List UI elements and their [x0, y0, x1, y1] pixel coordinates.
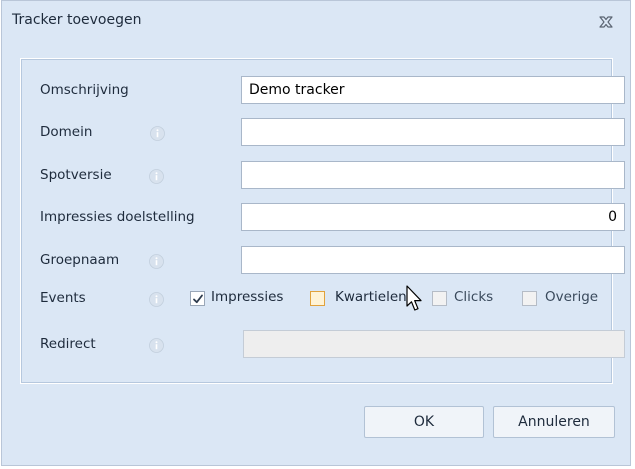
info-icon[interactable] — [149, 254, 164, 269]
domain-input[interactable] — [241, 118, 625, 146]
events-label: Events — [40, 290, 86, 306]
redirect-input[interactable] — [243, 330, 625, 358]
redirect-label: Redirect — [40, 336, 96, 352]
description-label: Omschrijving — [40, 82, 129, 98]
dialog-title: Tracker toevoegen — [12, 12, 142, 28]
other-checkbox[interactable] — [522, 291, 537, 306]
info-icon[interactable] — [149, 292, 164, 307]
mouse-pointer-icon — [406, 285, 422, 311]
info-icon[interactable] — [149, 338, 164, 353]
group-name-input[interactable] — [241, 246, 625, 274]
tracker-dialog: Tracker toevoegen Omschrijving Domein Sp… — [1, 0, 631, 466]
info-icon[interactable] — [150, 126, 165, 141]
clicks-checkbox-label[interactable]: Clicks — [454, 289, 493, 305]
group-name-label: Groepnaam — [40, 252, 120, 268]
spot-version-label: Spotversie — [40, 167, 112, 183]
impressions-goal-input[interactable] — [241, 203, 625, 231]
close-button[interactable] — [598, 14, 614, 28]
clicks-checkbox[interactable] — [432, 291, 447, 306]
cancel-button[interactable]: Annuleren — [493, 406, 615, 438]
close-icon — [599, 16, 613, 28]
ok-button[interactable]: OK — [364, 406, 484, 438]
other-checkbox-label[interactable]: Overige — [545, 289, 598, 305]
impressions-checkbox-label[interactable]: Impressies — [211, 289, 283, 305]
domain-label: Domein — [40, 124, 93, 140]
description-input[interactable] — [241, 76, 625, 104]
impressions-checkbox[interactable] — [190, 291, 205, 306]
quartiles-checkbox[interactable] — [310, 291, 325, 306]
dialog-titlebar[interactable]: Tracker toevoegen — [2, 1, 630, 41]
spot-version-input[interactable] — [241, 161, 625, 189]
quartiles-checkbox-label[interactable]: Kwartielen — [335, 289, 407, 305]
info-icon[interactable] — [149, 169, 164, 184]
impressions-goal-label: Impressies doelstelling — [40, 209, 195, 225]
checkmark-icon — [193, 294, 203, 304]
